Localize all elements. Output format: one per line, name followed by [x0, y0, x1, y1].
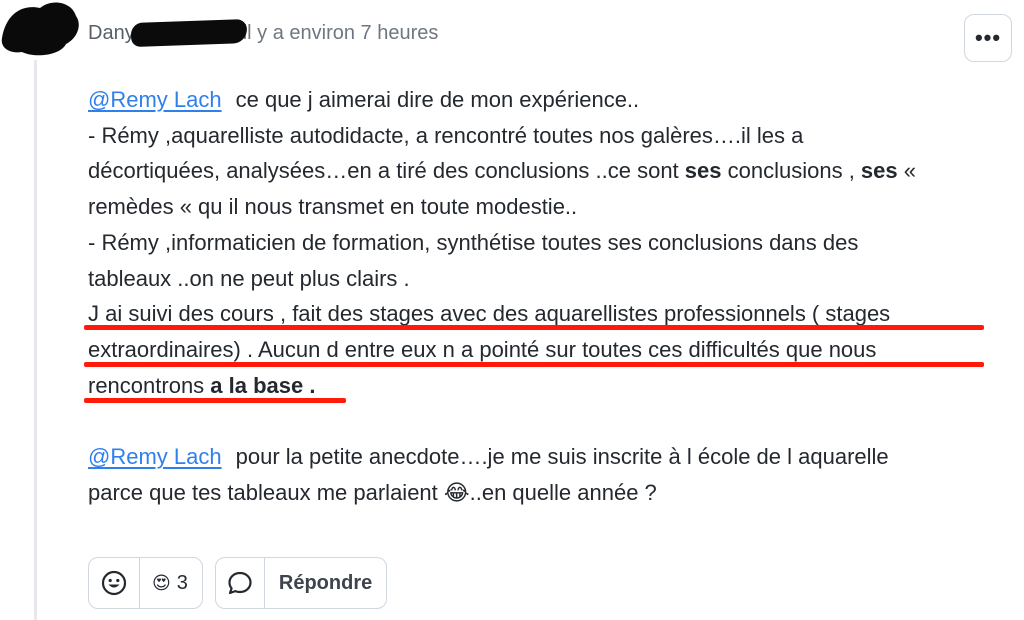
text-line: décortiquées, analysées…en a tiré des co…	[88, 158, 685, 184]
paragraph-line: décortiquées, analysées…en a tiré des co…	[88, 153, 1008, 189]
comment-actions: 😍 3 Répondre	[88, 557, 388, 609]
timestamp[interactable]: il y a environ 7 heures	[243, 22, 439, 45]
redacted-name-mark	[130, 18, 248, 48]
thread-line	[34, 60, 37, 620]
paragraph-line: parce que tes tableaux me parlaient 😂..e…	[88, 475, 1008, 511]
reply-button[interactable]: Répondre	[265, 572, 386, 595]
speech-bubble-icon	[228, 571, 252, 595]
text-line: ..en quelle année ?	[469, 480, 657, 506]
red-underline	[84, 325, 984, 330]
paragraph-line: - Rémy ,aquarelliste autodidacte, a renc…	[88, 122, 804, 148]
bold-text: a la base .	[210, 372, 316, 398]
text-line: rencontrons	[88, 372, 211, 398]
add-reaction-button[interactable]	[89, 558, 139, 608]
text-line: parce que tes tableaux me parlaient	[88, 480, 444, 506]
author-name[interactable]: Dany	[88, 22, 135, 45]
reply-pill[interactable]: Répondre	[214, 557, 388, 609]
laughing-emoji: 😂	[443, 480, 470, 506]
reply-icon-segment[interactable]	[216, 558, 264, 608]
avatar[interactable]	[0, 0, 82, 60]
mention-link[interactable]: @Remy Lach	[88, 444, 222, 469]
text-line: «	[897, 158, 916, 184]
bold-text: ses	[684, 158, 722, 184]
smiley-icon	[101, 570, 127, 596]
more-options-button[interactable]: •••	[964, 14, 1012, 62]
text-line: conclusions ,	[721, 158, 861, 184]
paragraph-line: @Remy Lach pour la petite anecdote….je me…	[88, 439, 1008, 475]
paragraph-line: @Remy Lach ce que j aimerai dire de mon e…	[88, 82, 1008, 118]
mention-link[interactable]: @Remy Lach	[88, 87, 222, 112]
paragraph-line: tableaux ..on ne peut plus clairs .	[88, 265, 410, 291]
comment-header: Dany il y a environ 7 heures	[88, 18, 439, 48]
text-line: ce que j aimerai dire de mon expérience.…	[235, 87, 640, 112]
bold-text: ses	[860, 158, 898, 184]
comment-body: @Remy Lach ce que j aimerai dire de mon e…	[88, 82, 1008, 511]
red-underline	[84, 398, 346, 403]
reaction-heart-eyes[interactable]: 😍 3	[140, 558, 202, 608]
heart-eyes-emoji: 😍	[152, 572, 171, 593]
paragraph-line: remèdes « qu il nous transmet en toute m…	[88, 194, 578, 220]
red-underline	[84, 362, 984, 367]
paragraph-line: - Rémy ,informaticien de formation, synt…	[88, 229, 859, 255]
reaction-count: 3	[176, 571, 188, 594]
reactions-pill: 😍 3	[88, 557, 203, 609]
text-line: pour la petite anecdote….je me suis insc…	[235, 444, 889, 470]
